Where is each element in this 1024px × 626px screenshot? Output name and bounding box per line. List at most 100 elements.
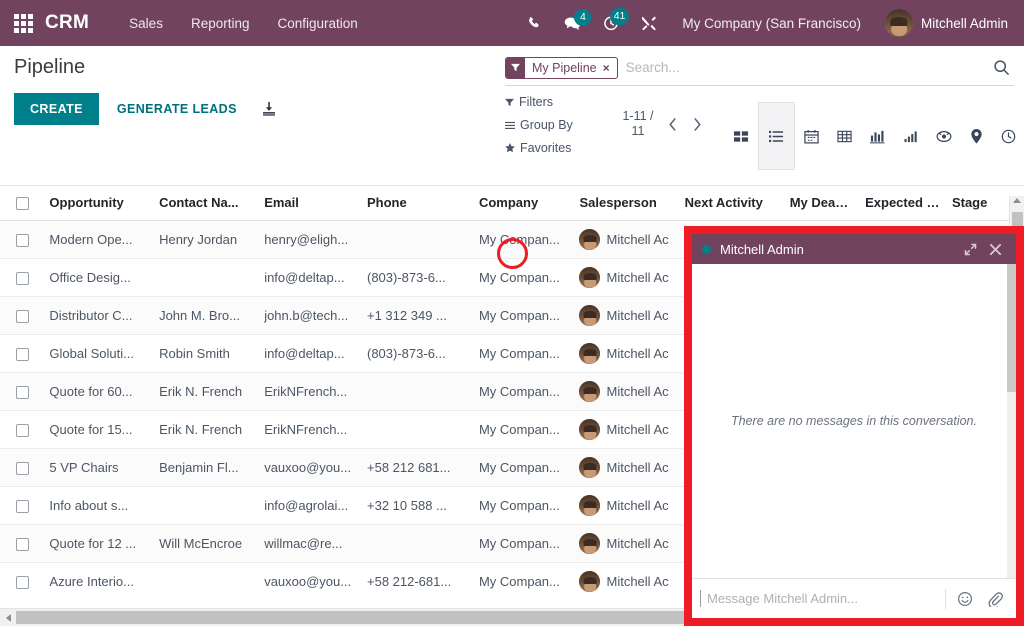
cell-email[interactable]: info@deltap... xyxy=(258,259,361,297)
import-records-icon[interactable] xyxy=(255,95,283,123)
apps-grid-icon[interactable] xyxy=(14,14,33,33)
nav-menu-reporting[interactable]: Reporting xyxy=(177,8,264,39)
expand-icon[interactable] xyxy=(958,240,983,259)
phone-icon[interactable] xyxy=(516,10,553,37)
cell-company[interactable]: My Compan... xyxy=(473,259,574,297)
cell-email[interactable]: henry@eligh... xyxy=(258,221,361,259)
cell-opportunity[interactable]: Info about s... xyxy=(43,487,153,525)
cell-company[interactable]: My Compan... xyxy=(473,411,574,449)
cell-salesperson[interactable]: Mitchell Ac xyxy=(573,525,678,563)
column-header-opportunity[interactable]: Opportunity xyxy=(43,186,153,221)
cell-phone[interactable] xyxy=(361,411,473,449)
create-button[interactable]: CREATE xyxy=(14,93,99,125)
select-all-checkbox[interactable] xyxy=(16,197,29,210)
column-header-expected-revenue[interactable]: Expected R... xyxy=(859,186,946,221)
select-all-header[interactable] xyxy=(0,186,43,221)
row-select-cell[interactable] xyxy=(0,259,43,297)
column-header-company[interactable]: Company xyxy=(473,186,574,221)
cell-salesperson[interactable]: Mitchell Ac xyxy=(573,487,678,525)
generate-leads-button[interactable]: GENERATE LEADS xyxy=(109,93,245,125)
view-list-button[interactable] xyxy=(758,102,795,170)
cell-company[interactable]: My Compan... xyxy=(473,525,574,563)
cell-contact-name[interactable] xyxy=(153,487,258,525)
cell-email[interactable]: info@deltap... xyxy=(258,335,361,373)
cell-salesperson[interactable]: Mitchell Ac xyxy=(573,335,678,373)
cell-opportunity[interactable]: Distributor C... xyxy=(43,297,153,335)
cell-contact-name[interactable]: Erik N. French xyxy=(153,411,258,449)
column-header-my-deadline[interactable]: My Deadline xyxy=(784,186,859,221)
cell-email[interactable]: john.b@tech... xyxy=(258,297,361,335)
row-checkbox[interactable] xyxy=(16,576,29,589)
nav-menu-configuration[interactable]: Configuration xyxy=(264,8,372,39)
view-pivot-button[interactable] xyxy=(828,120,861,153)
cell-opportunity[interactable]: Global Soluti... xyxy=(43,335,153,373)
chat-window-header[interactable]: Mitchell Admin xyxy=(692,234,1016,264)
messages-icon[interactable]: 4 xyxy=(553,10,592,37)
cell-salesperson[interactable]: Mitchell Ac xyxy=(573,259,678,297)
cell-contact-name[interactable] xyxy=(153,563,258,592)
company-selector[interactable]: My Company (San Francisco) xyxy=(668,8,875,39)
cell-contact-name[interactable]: Henry Jordan xyxy=(153,221,258,259)
view-calendar-button[interactable] xyxy=(795,120,828,153)
column-header-salesperson[interactable]: Salesperson xyxy=(573,186,678,221)
cell-email[interactable]: vauxoo@you... xyxy=(258,449,361,487)
view-map-button[interactable] xyxy=(961,120,992,153)
cell-phone[interactable] xyxy=(361,525,473,563)
favorites-dropdown[interactable]: Favorites xyxy=(505,141,601,155)
column-header-next-activity[interactable]: Next Activity xyxy=(679,186,784,221)
cell-email[interactable]: vauxoo@you... xyxy=(258,563,361,592)
cell-salesperson[interactable]: Mitchell Ac xyxy=(573,563,678,592)
cell-phone[interactable] xyxy=(361,221,473,259)
row-select-cell[interactable] xyxy=(0,373,43,411)
chat-message-input[interactable] xyxy=(700,590,941,607)
search-facet-my-pipeline[interactable]: My Pipeline × xyxy=(505,57,618,79)
row-checkbox[interactable] xyxy=(16,310,29,323)
paperclip-icon[interactable] xyxy=(980,587,1010,611)
row-checkbox[interactable] xyxy=(16,462,29,475)
cell-company[interactable]: My Compan... xyxy=(473,221,574,259)
user-menu[interactable]: Mitchell Admin xyxy=(875,5,1014,41)
row-select-cell[interactable] xyxy=(0,487,43,525)
cell-email[interactable]: ErikNFrench... xyxy=(258,373,361,411)
row-select-cell[interactable] xyxy=(0,297,43,335)
row-checkbox[interactable] xyxy=(16,234,29,247)
search-facet-remove[interactable]: × xyxy=(603,58,617,78)
cell-email[interactable]: ErikNFrench... xyxy=(258,411,361,449)
pager-next-button[interactable] xyxy=(688,116,707,133)
cell-company[interactable]: My Compan... xyxy=(473,563,574,592)
row-select-cell[interactable] xyxy=(0,335,43,373)
cell-company[interactable]: My Compan... xyxy=(473,487,574,525)
group-by-dropdown[interactable]: Group By xyxy=(505,118,601,132)
cell-salesperson[interactable]: Mitchell Ac xyxy=(573,373,678,411)
cell-opportunity[interactable]: Quote for 60... xyxy=(43,373,153,411)
row-checkbox[interactable] xyxy=(16,348,29,361)
row-select-cell[interactable] xyxy=(0,411,43,449)
cell-contact-name[interactable]: Benjamin Fl... xyxy=(153,449,258,487)
view-graph-button[interactable] xyxy=(861,120,894,153)
cell-phone[interactable]: +58 212-681... xyxy=(361,563,473,592)
cell-contact-name[interactable]: Will McEncroe xyxy=(153,525,258,563)
column-header-stage[interactable]: Stage xyxy=(946,186,1010,221)
cell-salesperson[interactable]: Mitchell Ac xyxy=(573,411,678,449)
cell-company[interactable]: My Compan... xyxy=(473,297,574,335)
cell-company[interactable]: My Compan... xyxy=(473,335,574,373)
cell-opportunity[interactable]: Azure Interio... xyxy=(43,563,153,592)
chat-scroll-thumb[interactable] xyxy=(1007,264,1016,392)
view-cohort-button[interactable] xyxy=(927,120,961,153)
cell-contact-name[interactable]: Erik N. French xyxy=(153,373,258,411)
cell-phone[interactable]: +32 10 588 ... xyxy=(361,487,473,525)
row-select-cell[interactable] xyxy=(0,221,43,259)
view-clock-button[interactable] xyxy=(992,120,1024,153)
row-checkbox[interactable] xyxy=(16,538,29,551)
view-kanban-button[interactable] xyxy=(725,120,758,153)
debug-tools-icon[interactable] xyxy=(630,9,668,37)
cell-phone[interactable] xyxy=(361,373,473,411)
pager-range[interactable]: 1-11 / 11 xyxy=(619,109,657,139)
search-input[interactable] xyxy=(618,60,989,75)
emoji-icon[interactable] xyxy=(950,587,980,611)
cell-company[interactable]: My Compan... xyxy=(473,449,574,487)
cell-contact-name[interactable]: John M. Bro... xyxy=(153,297,258,335)
column-header-phone[interactable]: Phone xyxy=(361,186,473,221)
close-icon[interactable] xyxy=(983,240,1008,259)
nav-menu-sales[interactable]: Sales xyxy=(115,8,177,39)
